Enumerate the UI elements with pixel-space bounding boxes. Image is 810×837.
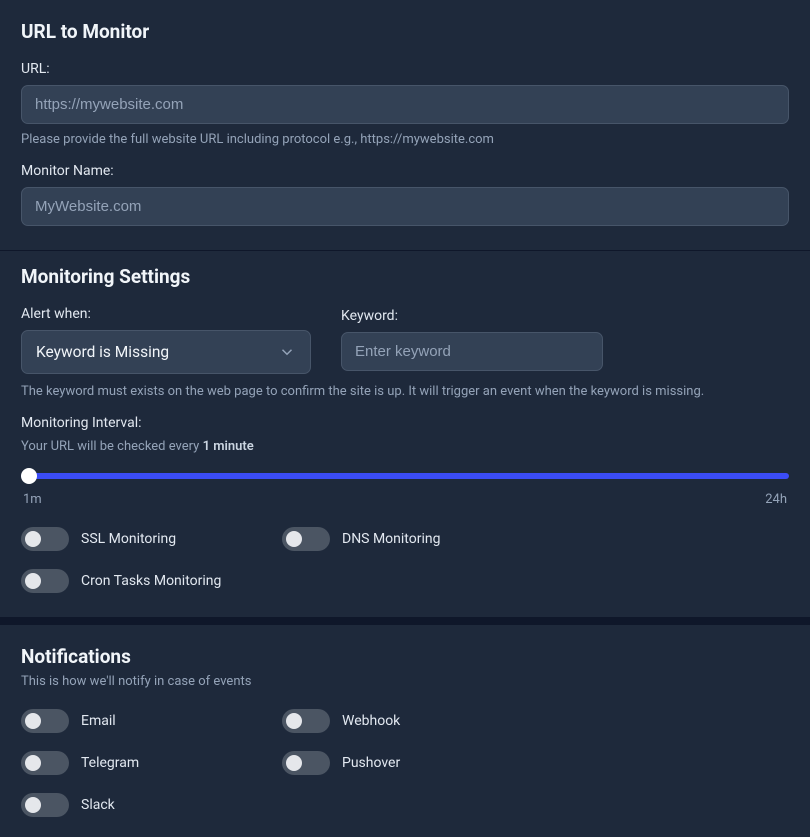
monitor-name-label: Monitor Name: (21, 163, 789, 179)
email-label: Email (81, 713, 116, 729)
interval-value: 1 minute (203, 439, 254, 454)
ssl-monitoring-toggle-item: SSL Monitoring (21, 527, 282, 551)
monitor-name-input[interactable] (21, 187, 789, 226)
monitoring-toggles: SSL Monitoring DNS Monitoring Cron Tasks… (21, 527, 789, 593)
ssl-monitoring-switch[interactable] (21, 527, 69, 551)
alert-row: Alert when: Keyword is Missing Keyword: (21, 306, 789, 374)
cron-monitoring-toggle-item: Cron Tasks Monitoring (21, 569, 282, 593)
url-hint: Please provide the full website URL incl… (21, 132, 789, 147)
section-title: Monitoring Settings (21, 265, 789, 288)
interval-text: Your URL will be checked every 1 minute (21, 439, 789, 454)
chevron-down-icon (278, 343, 296, 361)
dns-monitoring-toggle-item: DNS Monitoring (282, 527, 543, 551)
email-switch[interactable] (21, 709, 69, 733)
ssl-monitoring-label: SSL Monitoring (81, 531, 176, 547)
telegram-switch[interactable] (21, 751, 69, 775)
monitor-name-field: Monitor Name: (21, 163, 789, 226)
keyword-label: Keyword: (341, 308, 789, 324)
url-label: URL: (21, 61, 789, 77)
alert-when-field: Alert when: Keyword is Missing (21, 306, 325, 374)
notification-toggles: Email Webhook Telegram Pushover Slack (21, 709, 789, 817)
notifications-section: Notifications This is how we'll notify i… (0, 625, 810, 837)
keyword-field: Keyword: (341, 306, 789, 371)
pushover-label: Pushover (342, 755, 400, 771)
keyword-description: The keyword must exists on the web page … (21, 384, 789, 399)
pushover-switch[interactable] (282, 751, 330, 775)
keyword-input[interactable] (341, 332, 603, 371)
slider-thumb[interactable] (21, 468, 37, 484)
slider-labels: 1m 24h (21, 492, 789, 507)
slack-toggle-item: Slack (21, 793, 282, 817)
cron-monitoring-switch[interactable] (21, 569, 69, 593)
interval-label: Monitoring Interval: (21, 415, 789, 431)
dns-monitoring-label: DNS Monitoring (342, 531, 440, 547)
webhook-label: Webhook (342, 713, 400, 729)
slider-track (21, 473, 789, 479)
slack-label: Slack (81, 797, 115, 813)
slider-min-label: 1m (23, 492, 42, 507)
pushover-toggle-item: Pushover (282, 751, 543, 775)
webhook-switch[interactable] (282, 709, 330, 733)
alert-when-select[interactable]: Keyword is Missing (21, 330, 311, 374)
webhook-toggle-item: Webhook (282, 709, 543, 733)
section-title: URL to Monitor (21, 20, 789, 43)
interval-slider[interactable] (21, 468, 789, 484)
notifications-sub: This is how we'll notify in case of even… (21, 674, 789, 689)
telegram-label: Telegram (81, 755, 139, 771)
alert-when-label: Alert when: (21, 306, 325, 322)
section-separator (0, 617, 810, 625)
monitoring-settings-section: Monitoring Settings Alert when: Keyword … (0, 250, 810, 617)
alert-when-selected: Keyword is Missing (36, 343, 169, 361)
telegram-toggle-item: Telegram (21, 751, 282, 775)
dns-monitoring-switch[interactable] (282, 527, 330, 551)
slider-max-label: 24h (765, 492, 787, 507)
url-to-monitor-section: URL to Monitor URL: Please provide the f… (0, 0, 810, 250)
url-field: URL: Please provide the full website URL… (21, 61, 789, 147)
email-toggle-item: Email (21, 709, 282, 733)
cron-monitoring-label: Cron Tasks Monitoring (81, 573, 221, 589)
url-input[interactable] (21, 85, 789, 124)
slack-switch[interactable] (21, 793, 69, 817)
section-title: Notifications (21, 645, 789, 668)
interval-field: Monitoring Interval: Your URL will be ch… (21, 415, 789, 507)
